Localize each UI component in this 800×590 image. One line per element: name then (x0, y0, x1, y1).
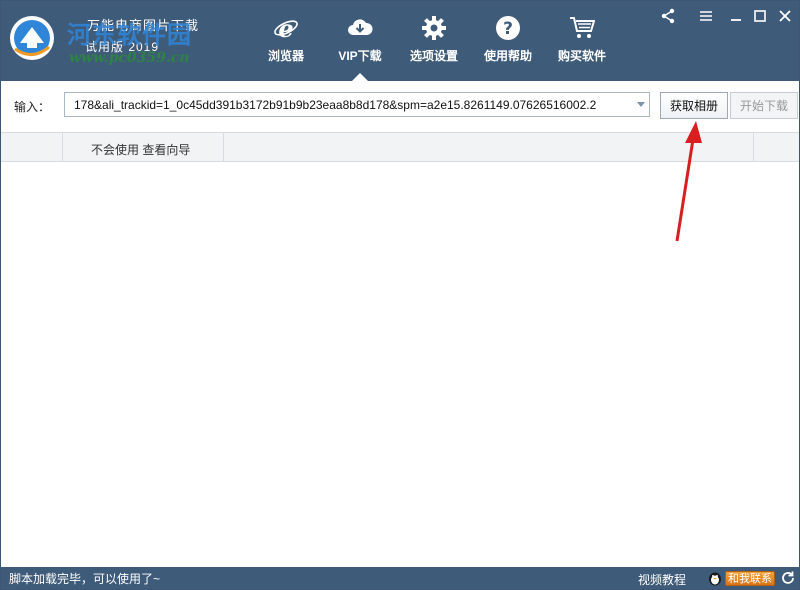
share-button[interactable] (659, 7, 677, 25)
nav-vip-download[interactable]: VIP下载 (323, 1, 397, 81)
main-nav: e 浏览器 VIP下载 选项设置 ? 使用帮助 购买软件 (249, 1, 619, 81)
svg-text:?: ? (503, 19, 513, 39)
contact-us-button[interactable]: 和我联系 (707, 569, 775, 587)
nav-help-label: 使用帮助 (483, 49, 532, 63)
start-download-button[interactable]: 开始下载 (730, 92, 798, 119)
cart-icon (570, 17, 595, 38)
top-toolbar: 万能电商图片下载 试用版 2019 河东软件园 www.pc0359.cn e … (1, 1, 799, 81)
chevron-down-icon[interactable] (637, 102, 645, 107)
watermark-text: 河东软件园 (67, 20, 192, 49)
watermark-url: www.pc0359.cn (69, 50, 190, 66)
nav-settings[interactable]: 选项设置 (397, 1, 471, 81)
guide-link[interactable]: 不会使用 查看向导 (91, 141, 190, 158)
app-logo-icon (10, 16, 54, 60)
maximize-button[interactable] (751, 7, 769, 25)
menu-button[interactable] (697, 7, 715, 25)
help-icon: ? (496, 16, 520, 40)
annotation-arrow (675, 121, 702, 242)
minimize-icon (731, 19, 741, 21)
contact-label: 和我联系 (725, 570, 775, 586)
nav-vip-download-label: VIP下载 (338, 49, 382, 63)
close-icon (779, 10, 791, 22)
minimize-button[interactable] (727, 7, 745, 25)
menu-icon (700, 11, 712, 21)
qq-penguin-icon (709, 572, 721, 586)
ie-browser-icon: e (274, 15, 298, 41)
column-divider (753, 133, 754, 162)
column-divider (223, 133, 224, 162)
nav-browser-label: 浏览器 (267, 49, 304, 63)
url-input[interactable]: 178&ali_trackid=1_0c45dd391b3172b91b9b23… (64, 92, 650, 117)
column-divider (62, 133, 63, 162)
close-button[interactable] (776, 7, 794, 25)
share-icon (661, 8, 675, 24)
cloud-download-icon (348, 19, 373, 35)
refresh-icon[interactable] (780, 570, 796, 586)
nav-browser[interactable]: e 浏览器 (249, 1, 323, 81)
app-window: 万能电商图片下载 试用版 2019 河东软件园 www.pc0359.cn e … (0, 0, 800, 590)
svg-text:e: e (278, 15, 293, 41)
video-tutorial-link[interactable]: 视频教程 (638, 571, 686, 588)
status-bar: 脚本加载完毕，可以使用了~ 视频教程 和我联系 (1, 567, 799, 589)
gear-icon (422, 16, 446, 40)
maximize-icon (754, 10, 766, 22)
input-label: 输入： (14, 100, 51, 114)
nav-purchase-label: 购买软件 (557, 49, 606, 63)
url-input-value: 178&ali_trackid=1_0c45dd391b3172b91b9b23… (74, 98, 597, 112)
nav-help[interactable]: ? 使用帮助 (471, 1, 545, 81)
nav-settings-label: 选项设置 (409, 49, 458, 63)
nav-purchase[interactable]: 购买软件 (545, 1, 619, 81)
status-message: 脚本加载完毕，可以使用了~ (9, 572, 161, 586)
